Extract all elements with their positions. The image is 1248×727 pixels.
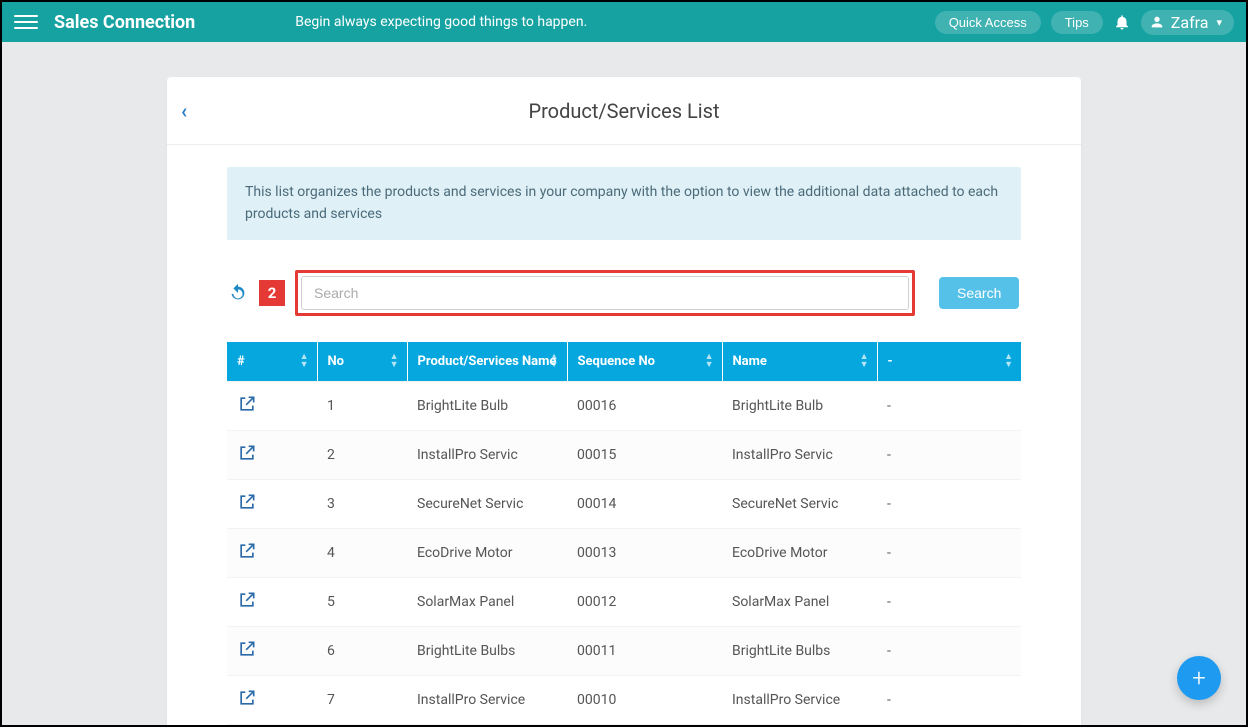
- table-row: 6BrightLite Bulbs00011BrightLite Bulbs-: [227, 626, 1021, 675]
- products-table: # ▲▼ No ▲▼ Product/Services Name ▲▼ Sequ…: [227, 342, 1021, 725]
- cell-seq: 00014: [567, 479, 722, 528]
- cell-psname: SecureNet Service: [407, 724, 567, 725]
- cell-name: SecureNet Service: [722, 724, 877, 725]
- cell-seq: 00016: [567, 381, 722, 430]
- page-header: ‹ Product/Services List: [167, 77, 1081, 145]
- cell-psname: InstallPro Servic: [407, 430, 567, 479]
- cell-dash: -: [877, 577, 1021, 626]
- page-title: Product/Services List: [528, 99, 719, 123]
- cell-dash: -: [877, 528, 1021, 577]
- col-header-dash[interactable]: - ▲▼: [877, 342, 1021, 382]
- cell-name: SecureNet Servic: [722, 479, 877, 528]
- cell-no: 3: [317, 479, 407, 528]
- cell-seq: 00013: [567, 528, 722, 577]
- open-icon[interactable]: [237, 647, 257, 663]
- cell-no: 5: [317, 577, 407, 626]
- cell-psname: InstallPro Service: [407, 675, 567, 724]
- open-icon[interactable]: [237, 598, 257, 614]
- menu-icon[interactable]: [14, 10, 38, 34]
- top-bar: Sales Connection Begin always expecting …: [2, 2, 1246, 42]
- tips-button[interactable]: Tips: [1051, 11, 1103, 34]
- main-card: ‹ Product/Services List This list organi…: [167, 77, 1081, 725]
- cell-name: InstallPro Service: [722, 675, 877, 724]
- cell-seq: 00015: [567, 430, 722, 479]
- open-icon[interactable]: [237, 402, 257, 418]
- quick-access-button[interactable]: Quick Access: [935, 11, 1041, 34]
- cell-dash: -: [877, 626, 1021, 675]
- back-button[interactable]: ‹: [181, 99, 187, 123]
- add-fab[interactable]: +: [1177, 656, 1221, 700]
- table-row: 2InstallPro Servic00015InstallPro Servic…: [227, 430, 1021, 479]
- header-tagline: Begin always expecting good things to ha…: [295, 14, 587, 30]
- table-row: 4EcoDrive Motor00013EcoDrive Motor-: [227, 528, 1021, 577]
- cell-psname: BrightLite Bulb: [407, 381, 567, 430]
- sort-icon: ▲▼: [300, 353, 309, 369]
- cell-no: 7: [317, 675, 407, 724]
- refresh-icon[interactable]: [227, 282, 249, 304]
- sort-icon: ▲▼: [390, 353, 399, 369]
- cell-no: 6: [317, 626, 407, 675]
- cell-psname: SolarMax Panel: [407, 577, 567, 626]
- cell-name: InstallPro Servic: [722, 430, 877, 479]
- search-button[interactable]: Search: [939, 277, 1019, 309]
- sort-icon: ▲▼: [705, 353, 714, 369]
- cell-psname: EcoDrive Motor: [407, 528, 567, 577]
- cell-dash: -: [877, 675, 1021, 724]
- user-menu[interactable]: Zafra ▾: [1141, 10, 1234, 35]
- cell-seq: 00010: [567, 675, 722, 724]
- sort-icon: ▲▼: [1004, 353, 1013, 369]
- plus-icon: +: [1192, 664, 1206, 692]
- cell-no: 4: [317, 528, 407, 577]
- cell-seq: 00009: [567, 724, 722, 725]
- cell-psname: SecureNet Servic: [407, 479, 567, 528]
- col-header-seq[interactable]: Sequence No ▲▼: [567, 342, 722, 382]
- table-row: 8SecureNet Service00009SecureNet Service…: [227, 724, 1021, 725]
- col-header-no[interactable]: No ▲▼: [317, 342, 407, 382]
- cell-no: 8: [317, 724, 407, 725]
- sort-icon: ▲▼: [860, 353, 869, 369]
- cell-name: BrightLite Bulb: [722, 381, 877, 430]
- cell-no: 1: [317, 381, 407, 430]
- cell-name: EcoDrive Motor: [722, 528, 877, 577]
- open-icon[interactable]: [237, 696, 257, 712]
- chevron-down-icon: ▾: [1216, 16, 1222, 29]
- cell-dash: -: [877, 479, 1021, 528]
- cell-seq: 00012: [567, 577, 722, 626]
- cell-dash: -: [877, 381, 1021, 430]
- cell-name: BrightLite Bulbs: [722, 626, 877, 675]
- table-row: 1BrightLite Bulb00016BrightLite Bulb-: [227, 381, 1021, 430]
- open-icon[interactable]: [237, 549, 257, 565]
- user-name: Zafra: [1171, 13, 1209, 32]
- brand-title: Sales Connection: [54, 12, 195, 33]
- col-header-hash[interactable]: # ▲▼: [227, 342, 317, 382]
- table-row: 7InstallPro Service00010InstallPro Servi…: [227, 675, 1021, 724]
- info-banner: This list organizes the products and ser…: [227, 167, 1021, 240]
- cell-no: 2: [317, 430, 407, 479]
- open-icon[interactable]: [237, 451, 257, 467]
- table-row: 3SecureNet Servic00014SecureNet Servic-: [227, 479, 1021, 528]
- cell-name: SolarMax Panel: [722, 577, 877, 626]
- sort-icon: ▲▼: [550, 353, 559, 369]
- table-row: 5SolarMax Panel00012SolarMax Panel-: [227, 577, 1021, 626]
- annotation-badge: 2: [259, 280, 285, 306]
- cell-psname: BrightLite Bulbs: [407, 626, 567, 675]
- col-header-psname[interactable]: Product/Services Name ▲▼: [407, 342, 567, 382]
- user-icon: [1149, 14, 1165, 30]
- bell-icon[interactable]: [1113, 13, 1131, 31]
- col-header-name[interactable]: Name ▲▼: [722, 342, 877, 382]
- cell-seq: 00011: [567, 626, 722, 675]
- search-highlight: [295, 270, 915, 316]
- cell-dash: -: [877, 430, 1021, 479]
- search-input[interactable]: [301, 276, 909, 310]
- cell-dash: -: [877, 724, 1021, 725]
- open-icon[interactable]: [237, 500, 257, 516]
